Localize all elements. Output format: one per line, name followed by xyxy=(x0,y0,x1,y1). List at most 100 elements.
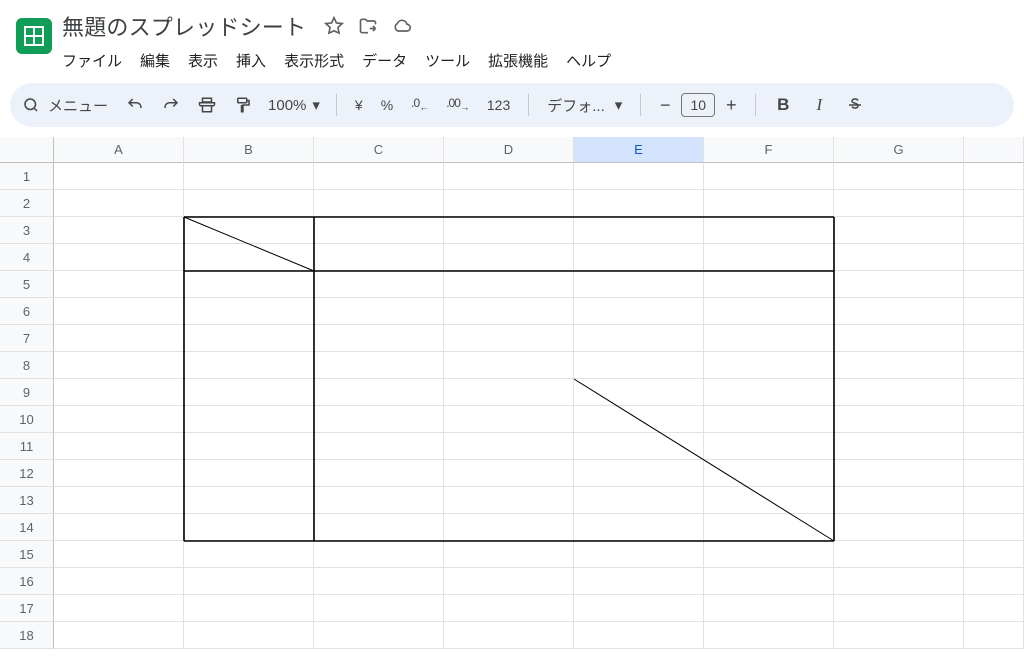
cell[interactable] xyxy=(834,514,964,541)
menu-format[interactable]: 表示形式 xyxy=(284,50,344,71)
cell[interactable] xyxy=(964,568,1024,595)
column-header[interactable]: C xyxy=(314,137,444,163)
cell[interactable] xyxy=(834,298,964,325)
row-header[interactable]: 18 xyxy=(0,622,54,649)
cell[interactable] xyxy=(704,325,834,352)
cloud-status-icon[interactable] xyxy=(392,16,412,36)
row-header[interactable]: 1 xyxy=(0,163,54,190)
cell[interactable] xyxy=(54,514,184,541)
row-header[interactable]: 4 xyxy=(0,244,54,271)
print-button[interactable] xyxy=(192,90,222,120)
cell[interactable] xyxy=(314,271,444,298)
cell[interactable] xyxy=(704,271,834,298)
row-header[interactable]: 7 xyxy=(0,325,54,352)
cell[interactable] xyxy=(314,622,444,649)
cell[interactable] xyxy=(184,244,314,271)
cell[interactable] xyxy=(54,622,184,649)
cell[interactable] xyxy=(574,163,704,190)
cell[interactable] xyxy=(704,514,834,541)
cell[interactable] xyxy=(314,514,444,541)
cell[interactable] xyxy=(964,190,1024,217)
currency-button[interactable]: ¥ xyxy=(349,97,369,113)
cell[interactable] xyxy=(574,406,704,433)
cell[interactable] xyxy=(314,352,444,379)
doc-title[interactable]: 無題のスプレッドシート xyxy=(58,8,310,44)
row-header[interactable]: 11 xyxy=(0,433,54,460)
cell[interactable] xyxy=(314,595,444,622)
cell[interactable] xyxy=(574,433,704,460)
cell[interactable] xyxy=(964,217,1024,244)
cell[interactable] xyxy=(54,379,184,406)
cell[interactable] xyxy=(834,595,964,622)
cell[interactable] xyxy=(704,487,834,514)
cell[interactable] xyxy=(444,406,574,433)
cell[interactable] xyxy=(184,433,314,460)
cell[interactable] xyxy=(964,325,1024,352)
redo-button[interactable] xyxy=(156,90,186,120)
column-header[interactable]: D xyxy=(444,137,574,163)
cell[interactable] xyxy=(574,217,704,244)
increase-decimals-button[interactable]: .00→ xyxy=(440,96,475,113)
cell[interactable] xyxy=(54,298,184,325)
cell[interactable] xyxy=(184,325,314,352)
cell[interactable] xyxy=(54,244,184,271)
cell[interactable] xyxy=(964,298,1024,325)
cell[interactable] xyxy=(314,541,444,568)
cell[interactable] xyxy=(314,379,444,406)
zoom-dropdown[interactable]: 100% ▾ xyxy=(264,96,324,114)
cell[interactable] xyxy=(444,568,574,595)
menu-edit[interactable]: 編集 xyxy=(140,50,170,71)
cell[interactable] xyxy=(184,298,314,325)
cell[interactable] xyxy=(964,163,1024,190)
cell[interactable] xyxy=(574,190,704,217)
row-header[interactable]: 13 xyxy=(0,487,54,514)
cell[interactable] xyxy=(574,379,704,406)
cell[interactable] xyxy=(54,460,184,487)
cell[interactable] xyxy=(54,487,184,514)
spreadsheet-grid[interactable]: ABCDEFG 123456789101112131415161718 xyxy=(0,137,1024,660)
cell[interactable] xyxy=(184,379,314,406)
cell[interactable] xyxy=(444,163,574,190)
number-format-button[interactable]: 123 xyxy=(481,97,516,113)
cell[interactable] xyxy=(314,217,444,244)
cell[interactable] xyxy=(314,244,444,271)
cell[interactable] xyxy=(704,244,834,271)
paint-format-button[interactable] xyxy=(228,90,258,120)
cell[interactable] xyxy=(834,352,964,379)
cell[interactable] xyxy=(444,352,574,379)
menu-data[interactable]: データ xyxy=(362,50,407,71)
menu-view[interactable]: 表示 xyxy=(188,50,218,71)
cell[interactable] xyxy=(834,460,964,487)
cell[interactable] xyxy=(314,406,444,433)
column-header[interactable] xyxy=(964,137,1024,163)
italic-button[interactable]: I xyxy=(804,90,834,120)
cell[interactable] xyxy=(444,298,574,325)
cell[interactable] xyxy=(964,433,1024,460)
cell[interactable] xyxy=(444,325,574,352)
cell[interactable] xyxy=(574,568,704,595)
row-header[interactable]: 9 xyxy=(0,379,54,406)
cell[interactable] xyxy=(704,163,834,190)
percent-button[interactable]: % xyxy=(375,97,399,113)
row-header[interactable]: 3 xyxy=(0,217,54,244)
cell[interactable] xyxy=(184,568,314,595)
cell[interactable] xyxy=(574,541,704,568)
cell[interactable] xyxy=(184,406,314,433)
cell[interactable] xyxy=(574,595,704,622)
cell[interactable] xyxy=(314,298,444,325)
row-header[interactable]: 15 xyxy=(0,541,54,568)
column-header[interactable]: F xyxy=(704,137,834,163)
cell[interactable] xyxy=(704,595,834,622)
cell[interactable] xyxy=(574,244,704,271)
cell[interactable] xyxy=(54,217,184,244)
cell[interactable] xyxy=(444,379,574,406)
cell[interactable] xyxy=(964,460,1024,487)
cell[interactable] xyxy=(54,190,184,217)
cell[interactable] xyxy=(704,379,834,406)
menu-search[interactable]: メニュー xyxy=(22,95,114,116)
cell[interactable] xyxy=(704,190,834,217)
cell[interactable] xyxy=(834,487,964,514)
row-header[interactable]: 12 xyxy=(0,460,54,487)
cell[interactable] xyxy=(704,433,834,460)
row-header[interactable]: 6 xyxy=(0,298,54,325)
